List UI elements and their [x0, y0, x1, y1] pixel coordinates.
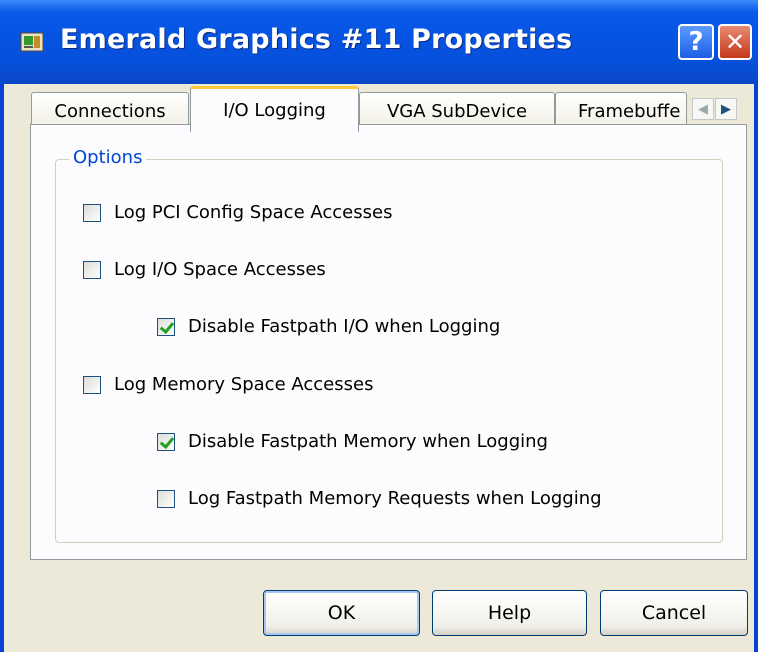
- tab-scroll-left-button[interactable]: ◀: [692, 98, 714, 120]
- help-button[interactable]: Help: [432, 590, 587, 636]
- options-group-label: Options: [69, 147, 147, 168]
- device-properties-icon: [20, 32, 44, 52]
- title-bar[interactable]: Emerald Graphics #11 Properties ? ✕: [0, 0, 758, 84]
- checkbox-box[interactable]: [83, 375, 101, 394]
- log-pci-config-checkbox[interactable]: Log PCI Config Space Accesses: [83, 202, 392, 223]
- chevron-left-icon: ◀: [698, 101, 708, 117]
- window-title: Emerald Graphics #11 Properties: [60, 24, 573, 55]
- tab-io-logging[interactable]: I/O Logging: [190, 86, 359, 132]
- chevron-right-icon: ▶: [721, 101, 731, 117]
- ok-button[interactable]: OK: [263, 590, 420, 636]
- close-button[interactable]: ✕: [718, 24, 752, 60]
- tab-panel-io-logging: Options Log PCI Config Space Accesses Lo…: [30, 124, 747, 560]
- tab-scroll-right-button[interactable]: ▶: [715, 98, 737, 120]
- cancel-button[interactable]: Cancel: [600, 590, 748, 636]
- checkbox-box[interactable]: [157, 489, 175, 508]
- checkbox-label: Disable Fastpath I/O when Logging: [188, 316, 501, 337]
- tab-label: Framebuffe: [578, 101, 681, 122]
- checkbox-box[interactable]: [83, 203, 101, 222]
- log-io-space-checkbox[interactable]: Log I/O Space Accesses: [83, 259, 326, 280]
- help-title-button[interactable]: ?: [678, 24, 714, 60]
- checkbox-box[interactable]: [83, 260, 101, 279]
- checkbox-box[interactable]: [157, 432, 175, 451]
- checkbox-label: Log Fastpath Memory Requests when Loggin…: [188, 488, 602, 509]
- disable-fastpath-io-checkbox[interactable]: Disable Fastpath I/O when Logging: [157, 316, 500, 337]
- checkbox-label: Log PCI Config Space Accesses: [114, 202, 393, 223]
- checkbox-label: Log Memory Space Accesses: [114, 374, 374, 395]
- question-icon: ?: [688, 27, 704, 57]
- tab-label: I/O Logging: [223, 100, 326, 121]
- tab-label: Connections: [54, 101, 166, 122]
- tab-label: VGA SubDevice: [386, 101, 528, 122]
- checkbox-label: Disable Fastpath Memory when Logging: [188, 431, 548, 452]
- checkbox-box[interactable]: [157, 317, 175, 336]
- close-icon: ✕: [724, 28, 746, 56]
- log-fastpath-memory-requests-checkbox[interactable]: Log Fastpath Memory Requests when Loggin…: [157, 488, 602, 509]
- dialog-client-area: Connections I/O Logging VGA SubDevice Fr…: [4, 84, 754, 652]
- checkbox-label: Log I/O Space Accesses: [114, 259, 326, 280]
- disable-fastpath-memory-checkbox[interactable]: Disable Fastpath Memory when Logging: [157, 431, 548, 452]
- log-memory-space-checkbox[interactable]: Log Memory Space Accesses: [83, 374, 373, 395]
- properties-window: Emerald Graphics #11 Properties ? ✕ Conn…: [0, 0, 758, 652]
